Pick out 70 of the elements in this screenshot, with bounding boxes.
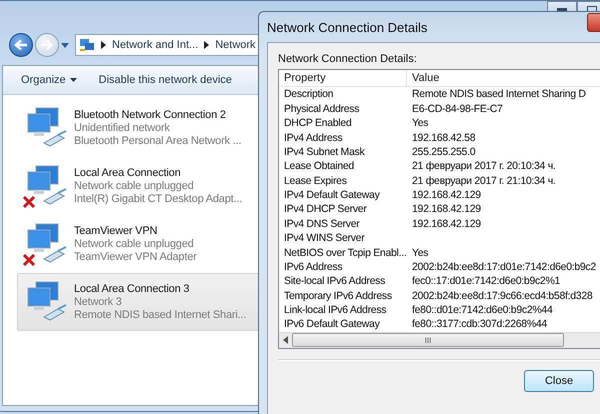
adapter-name: Bluetooth Personal Area Network ... [74,135,242,147]
property-cell-text: IPv4 Address [283,132,342,144]
adapter-name: TeamViewer VPN Adapter [74,251,197,263]
value-cell-text: E6-CD-84-98-FE-C7 [411,102,503,115]
property-cell-text: Link-local IPv6 Address [283,304,386,316]
dropdown-icon[interactable] [61,42,69,48]
breadcrumb[interactable]: Network and Int... [112,39,198,51]
adapter-name: Intel(R) Gigabit CT Desktop Adapt... [74,193,242,205]
property-cell-text: NetBIOS over Tcpip Enabl... [283,246,406,259]
value-cell-text: 255.255.255.0 [411,146,476,158]
connection-name: Local Area Connection 3 [74,283,190,295]
close-button[interactable]: Close [524,370,594,392]
dialog-title: Network Connection Details [267,20,428,34]
caret-icon [70,78,77,82]
details-label: Network Connection Details: [278,53,418,65]
property-cell-text: IPv4 DNS Server [283,218,360,230]
back-button[interactable] [9,33,33,57]
connection-status: Network 3 [74,296,123,308]
value-cell-text: 2002:b24b:ee8d:17:d01e:7142:d6e0:b9c2 [411,260,596,273]
property-cell-text: IPv4 DHCP Server [283,203,367,216]
disable-device-button[interactable]: Disable this network device [94,72,236,88]
connection-status: Unidentified network [74,122,171,134]
connection-item[interactable]: Bluetooth Network Connection 2 Unidentified network Bluetooth Personal Area Network ... [17,99,261,157]
minimize-icon [557,8,567,12]
value-cell-text: fe80::3177:cdb:307d:2268%44 [411,318,547,330]
value-cell-text: fec0::17:d01e:7142:d6e0:b9c2%1 [411,275,560,288]
network-icon [79,38,95,52]
back-arrow-icon [14,39,28,51]
adapter-name: Remote NDIS based Internet Shari... [74,309,246,321]
property-cell-text: IPv4 Default Gateway [283,189,380,202]
horizontal-scrollbar[interactable]: III [279,332,600,348]
column-header[interactable]: Value [407,70,600,86]
property-cell-text: IPv6 Default Gateway [283,318,380,330]
chevron-icon [101,41,106,49]
connection-item[interactable]: Local Area Connection 3 Network 3 Remote NDIS based Internet Shari... [17,273,261,331]
property-cell-text: DHCP Enabled [283,117,352,130]
connection-status: Network cable unplugged [74,238,195,250]
column-header[interactable]: Property [279,70,407,86]
property-cell-text: Description [283,88,334,100]
value-cell-text: 192.168.42.129 [411,189,481,202]
property-cell-text: Temporary IPv6 Address [283,290,392,302]
value-cell-text: 21 февруари 2017 г. 21:10:34 ч. [411,174,556,187]
scroll-thumb[interactable]: III [292,333,564,348]
property-cell-text: Site-local IPv6 Address [283,275,386,288]
chevron-icon [204,41,210,49]
value-cell-text: 2002:b24b:ee8d:17:9c66:ecd4:b58f:d328 [411,290,592,302]
property-cell-text: Physical Address [283,102,360,115]
value-cell-text: fe80::d01e:7142:d6e0:b9c2%44 [411,304,552,316]
value-cell-text: Yes [411,246,428,259]
value-cell-text: 192.168.42.129 [411,218,481,230]
connection-status: Network cable unplugged [74,180,195,192]
value-cell-text: 21 февруари 2017 г. 20:10:34 ч. [411,160,556,172]
organize-menu[interactable]: Organize [17,72,81,88]
breadcrumb[interactable]: Network [215,39,256,51]
value-cell-text: Remote NDIS based Internet Sharing D [411,88,586,100]
property-cell-text: IPv6 Address [283,260,342,273]
connection-name: TeamViewer VPN [74,225,158,237]
forward-arrow-icon [40,39,54,51]
value-cell-text: Yes [411,117,428,130]
connection-item[interactable]: TeamViewer VPN Network cable unplugged TeamViewer VPN Adapter [17,215,261,273]
property-cell-text: Lease Expires [283,174,347,187]
scroll-left-icon[interactable] [283,336,288,344]
property-cell-text: IPv4 WINS Server [283,232,364,244]
value-cell-text: 192.168.42.58 [411,132,476,144]
connection-item[interactable]: Local Area Connection Network cable unplugged Intel(R) Gigabit CT Desktop Adapt... [17,157,261,215]
value-cell-text: 192.168.42.129 [411,203,481,216]
connection-name: Local Area Connection [74,167,182,179]
connection-name: Bluetooth Network Connection 2 [74,109,227,121]
property-cell-text: IPv4 Subnet Mask [283,146,364,158]
property-cell-text: Lease Obtained [283,160,354,172]
